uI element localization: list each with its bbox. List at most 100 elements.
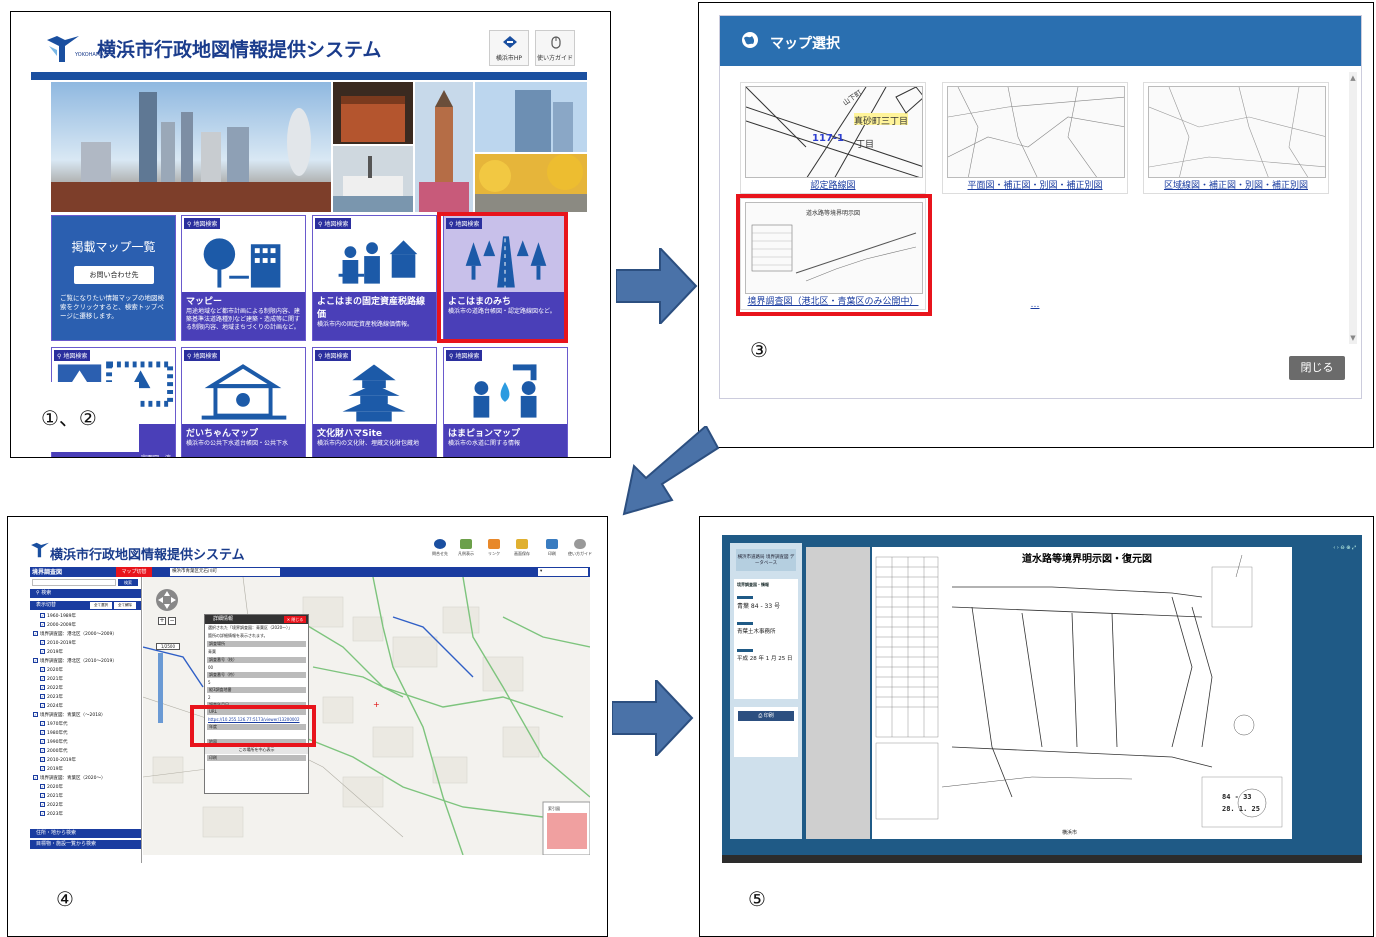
- pan-control[interactable]: [156, 589, 178, 611]
- layer-item[interactable]: ✓ 2022年: [30, 685, 141, 693]
- checkbox-icon[interactable]: ✓: [40, 703, 45, 708]
- checkbox-icon[interactable]: ✓: [40, 649, 45, 654]
- layer-item[interactable]: ✓ 2021年: [30, 793, 141, 801]
- map-card-next[interactable]: …: [942, 198, 1128, 310]
- layer-item[interactable]: ✓ 2010-2019年: [30, 640, 141, 648]
- layer-item[interactable]: ✓ 2000-2009年: [30, 622, 141, 630]
- layer-item[interactable]: ✓ 2021年: [30, 676, 141, 684]
- ship-photo: [333, 146, 413, 212]
- usage-guide-button[interactable]: 使い方ガイド: [535, 30, 575, 66]
- zoom-out-button[interactable]: −: [168, 617, 176, 625]
- viewer-controls[interactable]: ‹ › ⊖ ⊕ ⤢: [1310, 545, 1356, 553]
- svg-text:索引図: 索引図: [548, 805, 560, 811]
- glass-tower-photo: [475, 82, 587, 152]
- layer-item[interactable]: ✓ 1970年代: [30, 721, 141, 729]
- search-input[interactable]: [32, 579, 116, 586]
- database-title: 横浜市道路局 境界調査図 データベース: [736, 549, 796, 571]
- map-card-label[interactable]: 平面図・補正図・別図・補正別図: [943, 178, 1127, 191]
- checkbox-icon[interactable]: ✓: [33, 631, 38, 636]
- layer-group[interactable]: ✓ 境界調査図：港北区（2010～2019）: [30, 658, 141, 666]
- checkbox-icon[interactable]: ✓: [40, 730, 45, 735]
- save-tool-button[interactable]: 画面保存: [510, 537, 534, 563]
- layer-item[interactable]: ✓ 2010-2019年: [30, 757, 141, 765]
- layer-item[interactable]: ✓ 1990年代: [30, 739, 141, 747]
- map-switch-button[interactable]: マップ切替: [116, 567, 152, 577]
- zoom-slider[interactable]: [158, 653, 163, 723]
- map-select-scrollbar[interactable]: ▲ ▼: [1349, 72, 1357, 344]
- scale-select[interactable]: 1/2500: [156, 643, 180, 650]
- checkbox-icon[interactable]: ✓: [40, 640, 45, 645]
- layer-item[interactable]: ✓ 2000年代: [30, 748, 141, 756]
- layer-item[interactable]: ✓ 2019年: [30, 766, 141, 774]
- checkbox-icon[interactable]: ✓: [33, 658, 38, 663]
- checkbox-icon[interactable]: ✓: [40, 748, 45, 753]
- layer-item[interactable]: ✓ 2020年: [30, 784, 141, 792]
- facility-search-band[interactable]: 目標物・施設一覧から検索: [30, 840, 141, 849]
- checkbox-icon[interactable]: ✓: [40, 793, 45, 798]
- checkbox-icon[interactable]: ✓: [40, 685, 45, 690]
- select-all-button[interactable]: 全て選択: [90, 602, 112, 609]
- address-search-band[interactable]: 住所・地から検索: [30, 829, 141, 838]
- link-tool-button[interactable]: リンク: [482, 537, 506, 563]
- checkbox-icon[interactable]: ✓: [40, 613, 45, 618]
- layer-group[interactable]: ✓ 境界調査図：青葉区（～2018）: [30, 712, 141, 720]
- checkbox-icon[interactable]: ✓: [40, 667, 45, 672]
- popup-print-button[interactable]: 印刷: [207, 755, 306, 761]
- layer-item[interactable]: ✓ 1960-1989年: [30, 613, 141, 621]
- contact-tool-button[interactable]: 問合せ先: [428, 537, 452, 563]
- checkbox-icon[interactable]: ✓: [40, 766, 45, 771]
- map-card-label[interactable]: …: [942, 300, 1128, 310]
- print-button[interactable]: ⎙ 印刷: [738, 711, 794, 721]
- zoom-in-button[interactable]: +: [158, 617, 166, 625]
- daichan-map-tile[interactable]: ⚲ 地図検索 だいちゃんマップ 横浜市の公共下水道台帳図・公共下水: [181, 347, 306, 457]
- guide-tool-button[interactable]: 使い方ガイド: [568, 537, 592, 563]
- hamapyon-map-tile[interactable]: ⚲ 地図検索 はまピョンマップ 横浜市の水道に関する情報: [443, 347, 568, 457]
- print-tool-button[interactable]: 印刷: [540, 537, 564, 563]
- layer-group[interactable]: ✓ 境界調査図：青葉区（2020～）: [30, 775, 141, 783]
- map-card-label[interactable]: 区域線図・補正図・別図・補正別図: [1144, 178, 1328, 191]
- layer-item[interactable]: ✓ 1980年代: [30, 730, 141, 738]
- map-card-certified-route[interactable]: 真砂町三丁目 117-1 丁目 山下町 認定路線図: [740, 82, 926, 194]
- address-field[interactable]: 横浜市青葉区元石川町: [170, 568, 280, 576]
- legend-tool-button[interactable]: 凡例表示: [454, 537, 478, 563]
- search-button[interactable]: 検索: [118, 579, 138, 586]
- yokohama-hp-button[interactable]: 横浜市HP: [489, 30, 529, 66]
- checkbox-icon[interactable]: ✓: [40, 676, 45, 681]
- step-label-1-2: ①、②: [41, 406, 97, 430]
- screenshot-survey-document: 横浜市道路局 境界調査図 データベース 境界調査図・情報 青葉 84 - 33 …: [699, 516, 1374, 937]
- area-select[interactable]: ▾: [538, 568, 588, 576]
- layer-group[interactable]: ✓ 境界調査図：港北区（2000～2009）: [30, 631, 141, 639]
- checkbox-icon[interactable]: ✓: [33, 775, 38, 780]
- layer-item[interactable]: ✓ 2022年: [30, 802, 141, 810]
- map-list-tile: 掲載マップ一覧 お問い合わせ先 ご覧になりたい情報マップの地図検索をクリックする…: [51, 215, 176, 341]
- checkbox-icon[interactable]: ✓: [40, 694, 45, 699]
- checkbox-icon[interactable]: ✓: [40, 802, 45, 807]
- link-icon: [488, 539, 500, 549]
- center-map-button[interactable]: この場所を中心表示: [205, 746, 308, 754]
- hamapyon-caption: はまピョンマップ 横浜市の水道に関する情報: [444, 424, 567, 457]
- checkbox-icon[interactable]: ✓: [33, 712, 38, 717]
- layer-item[interactable]: ✓ 2019年: [30, 649, 141, 657]
- map-card-plan-map[interactable]: 平面図・補正図・別図・補正別図: [942, 82, 1128, 194]
- detail-popup: 詳細情報 ✕ 閉じる 選択された「境界調査図：青葉区（2020～）」 箇所の詳細…: [204, 614, 309, 794]
- map-card-area-line[interactable]: 区域線図・補正図・別図・補正別図: [1143, 82, 1329, 194]
- checkbox-icon[interactable]: ✓: [40, 739, 45, 744]
- contact-button[interactable]: お問い合わせ先: [74, 266, 154, 284]
- layer-item[interactable]: ✓ 2023年: [30, 811, 141, 819]
- checkbox-icon[interactable]: ✓: [40, 784, 45, 789]
- checkbox-icon[interactable]: ✓: [40, 721, 45, 726]
- layer-item[interactable]: ✓ 2024年: [30, 703, 141, 711]
- map-card-label[interactable]: 認定路線図: [741, 178, 925, 191]
- popup-close-button[interactable]: ✕ 閉じる: [284, 616, 306, 623]
- cultural-asset-tile[interactable]: ⚲ 地図検索 文化財ハマSite 横浜市内の文化財、埋蔵文化財包蔵地: [312, 347, 437, 457]
- search-band[interactable]: ⚲ 検索: [30, 589, 141, 598]
- deselect-all-button[interactable]: 全て解除: [114, 602, 136, 609]
- mappy-tile[interactable]: ⚲ 地図検索 マッピー 用途地域など都市計画による制限内容、建築基準法道路種別な…: [181, 215, 306, 341]
- layer-item[interactable]: ✓ 2023年: [30, 694, 141, 702]
- layer-item[interactable]: ✓ 2020年: [30, 667, 141, 675]
- fixed-asset-tile[interactable]: ⚲ 地図検索 よこはまの固定資産税路線価 横浜市内の固定資産税路線価情報。: [312, 215, 437, 341]
- checkbox-icon[interactable]: ✓: [40, 811, 45, 816]
- checkbox-icon[interactable]: ✓: [40, 622, 45, 627]
- checkbox-icon[interactable]: ✓: [40, 757, 45, 762]
- close-button[interactable]: 閉じる: [1289, 356, 1345, 380]
